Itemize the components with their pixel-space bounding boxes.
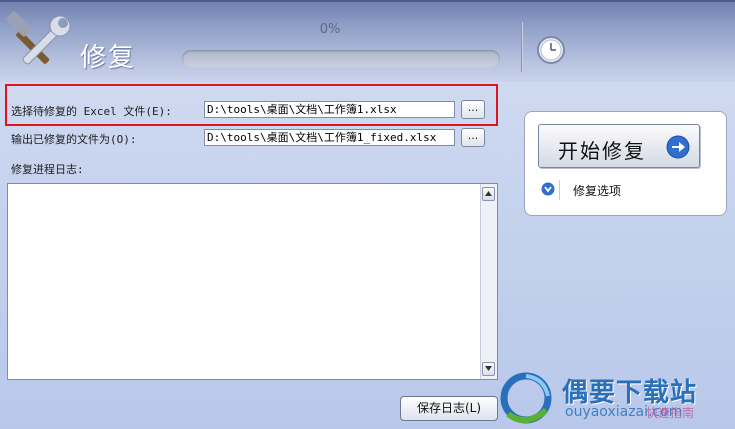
arrow-right-icon <box>666 135 690 159</box>
start-repair-button[interactable]: 开始修复 <box>538 124 700 168</box>
log-textarea[interactable] <box>7 183 498 380</box>
start-repair-label: 开始修复 <box>558 139 646 163</box>
top-edge <box>0 0 735 2</box>
page-title: 修复 <box>80 43 137 73</box>
chevron-up-icon <box>485 191 492 196</box>
output-file-field[interactable]: D:\tools\桌面\文档\工作簿1_fixed.xlsx <box>204 129 455 146</box>
save-log-button[interactable]: 保存日志(L) <box>400 396 498 421</box>
scroll-down-button[interactable] <box>482 362 495 376</box>
repair-options-label: 修复选项 <box>573 184 622 198</box>
header-divider <box>521 22 523 72</box>
action-panel: 开始修复 修复选项 <box>524 111 727 216</box>
clock-icon <box>537 36 565 64</box>
input-file-field[interactable]: D:\tools\桌面\文档\工作簿1.xlsx <box>204 101 455 118</box>
chevron-down-icon <box>485 366 492 371</box>
repair-window: 修复 0% 选择待修复的 Excel 文件(E): D:\tools\桌面\文档… <box>0 0 735 429</box>
scroll-up-button[interactable] <box>482 187 495 201</box>
browse-input-button[interactable]: ... <box>461 100 485 119</box>
options-divider <box>559 180 560 200</box>
chevron-down-circle-icon <box>541 182 555 196</box>
repair-options-toggle[interactable]: 修复选项 <box>539 180 714 200</box>
header-bar: 修复 0% <box>0 0 735 82</box>
site-logo-icon <box>500 372 552 424</box>
browse-output-button[interactable]: ... <box>461 128 485 147</box>
watermark: 偶要下载站 ouyaoxiazai.com 快速指南 <box>496 366 735 429</box>
log-label: 修复进程日志: <box>11 163 84 176</box>
log-scrollbar[interactable] <box>480 184 497 379</box>
tools-icon <box>6 11 71 65</box>
input-file-label: 选择待修复的 Excel 文件(E): <box>11 105 172 118</box>
output-file-label: 输出已修复的文件为(O): <box>11 133 137 146</box>
progress-percent: 0% <box>319 22 341 37</box>
progress-bar <box>182 50 500 68</box>
watermark-slogan: 快速指南 <box>646 406 695 420</box>
